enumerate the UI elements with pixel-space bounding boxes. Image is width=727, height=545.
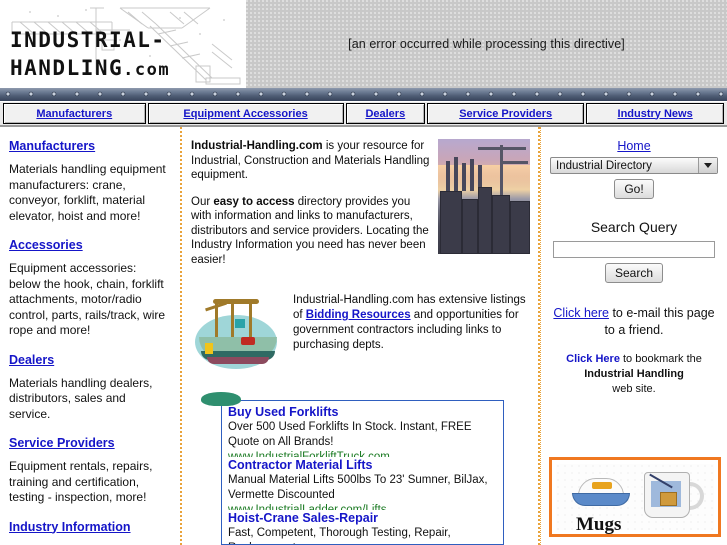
logo-line-1: INDUSTRIAL- xyxy=(10,28,166,52)
intro-paragraph-1: Industrial-Handling.com is your resource… xyxy=(191,139,432,183)
nav-item-manufacturers[interactable]: Manufacturers xyxy=(3,103,146,124)
photo-building-2 xyxy=(462,199,478,254)
sidebar-item-accessories[interactable]: Accessories xyxy=(9,238,170,252)
nav-link-industry-news[interactable]: Industry News xyxy=(618,108,693,120)
ad-title-1[interactable]: Buy Used Forklifts xyxy=(228,404,497,420)
ad-url-2[interactable]: www.IndustrialLadder.com/Lifts xyxy=(228,503,497,510)
photo-smokestack-2 xyxy=(454,157,458,191)
illustration-operator-cab xyxy=(235,319,245,328)
directory-select[interactable]: Industrial Directory xyxy=(550,157,718,174)
sidebar-text-service-providers: Equipment rentals, repairs, training and… xyxy=(9,459,153,504)
photo-crane-jib xyxy=(478,147,526,150)
go-button[interactable]: Go! xyxy=(614,179,654,199)
left-sidebar: Manufacturers Materials handling equipme… xyxy=(0,127,182,545)
bookmark-end-text: web site. xyxy=(612,383,656,395)
sidebar-item-manufacturers[interactable]: Manufacturers xyxy=(9,139,170,153)
intro-paragraph-2-a: Our xyxy=(191,195,214,208)
sidebar-text-manufacturers: Materials handling equipment manufacture… xyxy=(9,162,166,223)
baseball-cap-icon xyxy=(572,478,630,506)
rivet-divider-strip xyxy=(0,88,727,101)
coffee-mug-icon xyxy=(644,472,704,518)
intro-text-block: Industrial-Handling.com is your resource… xyxy=(191,139,438,279)
sidebar-text-accessories: Equipment accessories: below the hook, c… xyxy=(9,261,166,337)
bookmark-mid-text: to bookmark the xyxy=(619,353,702,365)
nav-item-service-providers[interactable]: Service Providers xyxy=(427,103,585,124)
email-page-link[interactable]: Click here xyxy=(553,306,609,320)
logo-line-2-suffix: .com xyxy=(123,60,171,80)
directory-select-value: Industrial Directory xyxy=(556,159,652,172)
search-button[interactable]: Search xyxy=(604,263,664,283)
ad-description-3: Fast, Competent, Thorough Testing, Repai… xyxy=(228,527,451,544)
bidding-text-block: Industrial-Handling.com has extensive li… xyxy=(293,293,530,353)
email-page-text: to e-mail this page to a friend. xyxy=(604,306,715,337)
nav-link-dealers[interactable]: Dealers xyxy=(365,108,405,120)
sidebar-item-industry-information[interactable]: Industry Information xyxy=(9,520,170,534)
illustration-yellow-marker xyxy=(205,343,213,354)
photo-sky-glow xyxy=(438,165,530,187)
photo-crane-jib-lower xyxy=(500,161,528,164)
ad-box-decoration xyxy=(201,392,241,406)
chevron-down-icon[interactable] xyxy=(698,158,717,173)
photo-smokestack-1 xyxy=(446,161,450,191)
ad-description-1: Over 500 Used Forklifts In Stock. Instan… xyxy=(228,421,472,448)
intro-brand-name: Industrial-Handling.com xyxy=(191,140,323,152)
bookmark-site-name: Industrial Handling xyxy=(584,368,684,380)
directory-select-row: Industrial Directory xyxy=(547,157,721,174)
illustration-gantry-leg-3 xyxy=(249,303,252,337)
bookmark-block: Click Here to bookmark the Industrial Ha… xyxy=(547,352,721,397)
intro-block: Industrial-Handling.com is your resource… xyxy=(191,139,530,279)
sponsored-ads-box: Buy Used Forklifts Over 500 Used Forklif… xyxy=(221,400,504,545)
merchandise-promo-box[interactable]: Mugs xyxy=(549,457,721,537)
bidding-paragraph: Industrial-Handling.com has extensive li… xyxy=(293,293,530,353)
shipyard-crane-illustration xyxy=(191,293,285,373)
photo-smokestack-3 xyxy=(462,163,466,191)
photo-smokestack-4 xyxy=(470,159,474,191)
home-link[interactable]: Home xyxy=(617,139,650,153)
main-navigation: Manufacturers Equipment Accessories Deal… xyxy=(0,101,727,127)
ad-url-1[interactable]: www.IndustrialForkliftTruck.com xyxy=(228,450,497,457)
nav-item-industry-news[interactable]: Industry News xyxy=(586,103,724,124)
search-query-label: Search Query xyxy=(590,219,678,235)
ad-description-2: Manual Material Lifts 500lbs To 23' Sumn… xyxy=(228,474,488,501)
site-header: INDUSTRIAL- HANDLING.com [an error occurr… xyxy=(0,0,727,88)
merchandise-promo-label: Mugs xyxy=(576,514,622,535)
bidding-block: Industrial-Handling.com has extensive li… xyxy=(191,293,530,373)
nav-item-dealers[interactable]: Dealers xyxy=(345,103,426,124)
email-page-block: Click here to e-mail this page to a frie… xyxy=(547,305,721,339)
logo-line-2: HANDLING xyxy=(10,56,124,80)
illustration-hull-keel xyxy=(207,357,269,364)
ad-title-2[interactable]: Contractor Material Lifts xyxy=(228,457,497,473)
intro-emphasis: easy to access xyxy=(213,195,295,208)
ad-title-3[interactable]: Hoist-Crane Sales-Repair xyxy=(228,510,497,526)
page-root: INDUSTRIAL- HANDLING.com [an error occurr… xyxy=(0,0,727,545)
photo-building-4 xyxy=(492,195,510,254)
photo-building-1 xyxy=(440,191,462,254)
bookmark-link[interactable]: Click Here xyxy=(566,353,620,365)
intro-paragraph-2: Our easy to access directory provides yo… xyxy=(191,195,432,268)
sidebar-item-service-providers[interactable]: Service Providers xyxy=(9,436,170,450)
nav-link-service-providers[interactable]: Service Providers xyxy=(459,108,552,120)
photo-building-5 xyxy=(510,201,530,254)
sidebar-text-dealers: Materials handling dealers, distributors… xyxy=(9,375,153,421)
nav-link-equipment-accessories[interactable]: Equipment Accessories xyxy=(183,108,307,120)
banner-error-message: [an error occurred while processing this… xyxy=(348,37,625,51)
banner-ad-slot: [an error occurred while processing this… xyxy=(246,0,727,88)
illustration-red-cargo xyxy=(241,337,255,345)
bidding-resources-link[interactable]: Bidding Resources xyxy=(306,309,411,321)
nav-item-equipment-accessories[interactable]: Equipment Accessories xyxy=(147,103,344,124)
illustration-gantry-leg-2 xyxy=(231,303,234,337)
search-input[interactable] xyxy=(553,241,715,258)
merchandise-promo-inner: Mugs xyxy=(556,464,714,534)
logo-wordmark: INDUSTRIAL- HANDLING.com xyxy=(10,26,170,84)
industrial-skyline-photo xyxy=(438,139,530,254)
right-sidebar: Home Industrial Directory Go! Search Que… xyxy=(540,127,727,545)
photo-building-3 xyxy=(478,187,492,254)
site-logo[interactable]: INDUSTRIAL- HANDLING.com xyxy=(0,0,246,88)
sidebar-item-dealers[interactable]: Dealers xyxy=(9,353,170,367)
nav-link-manufacturers[interactable]: Manufacturers xyxy=(36,108,112,120)
